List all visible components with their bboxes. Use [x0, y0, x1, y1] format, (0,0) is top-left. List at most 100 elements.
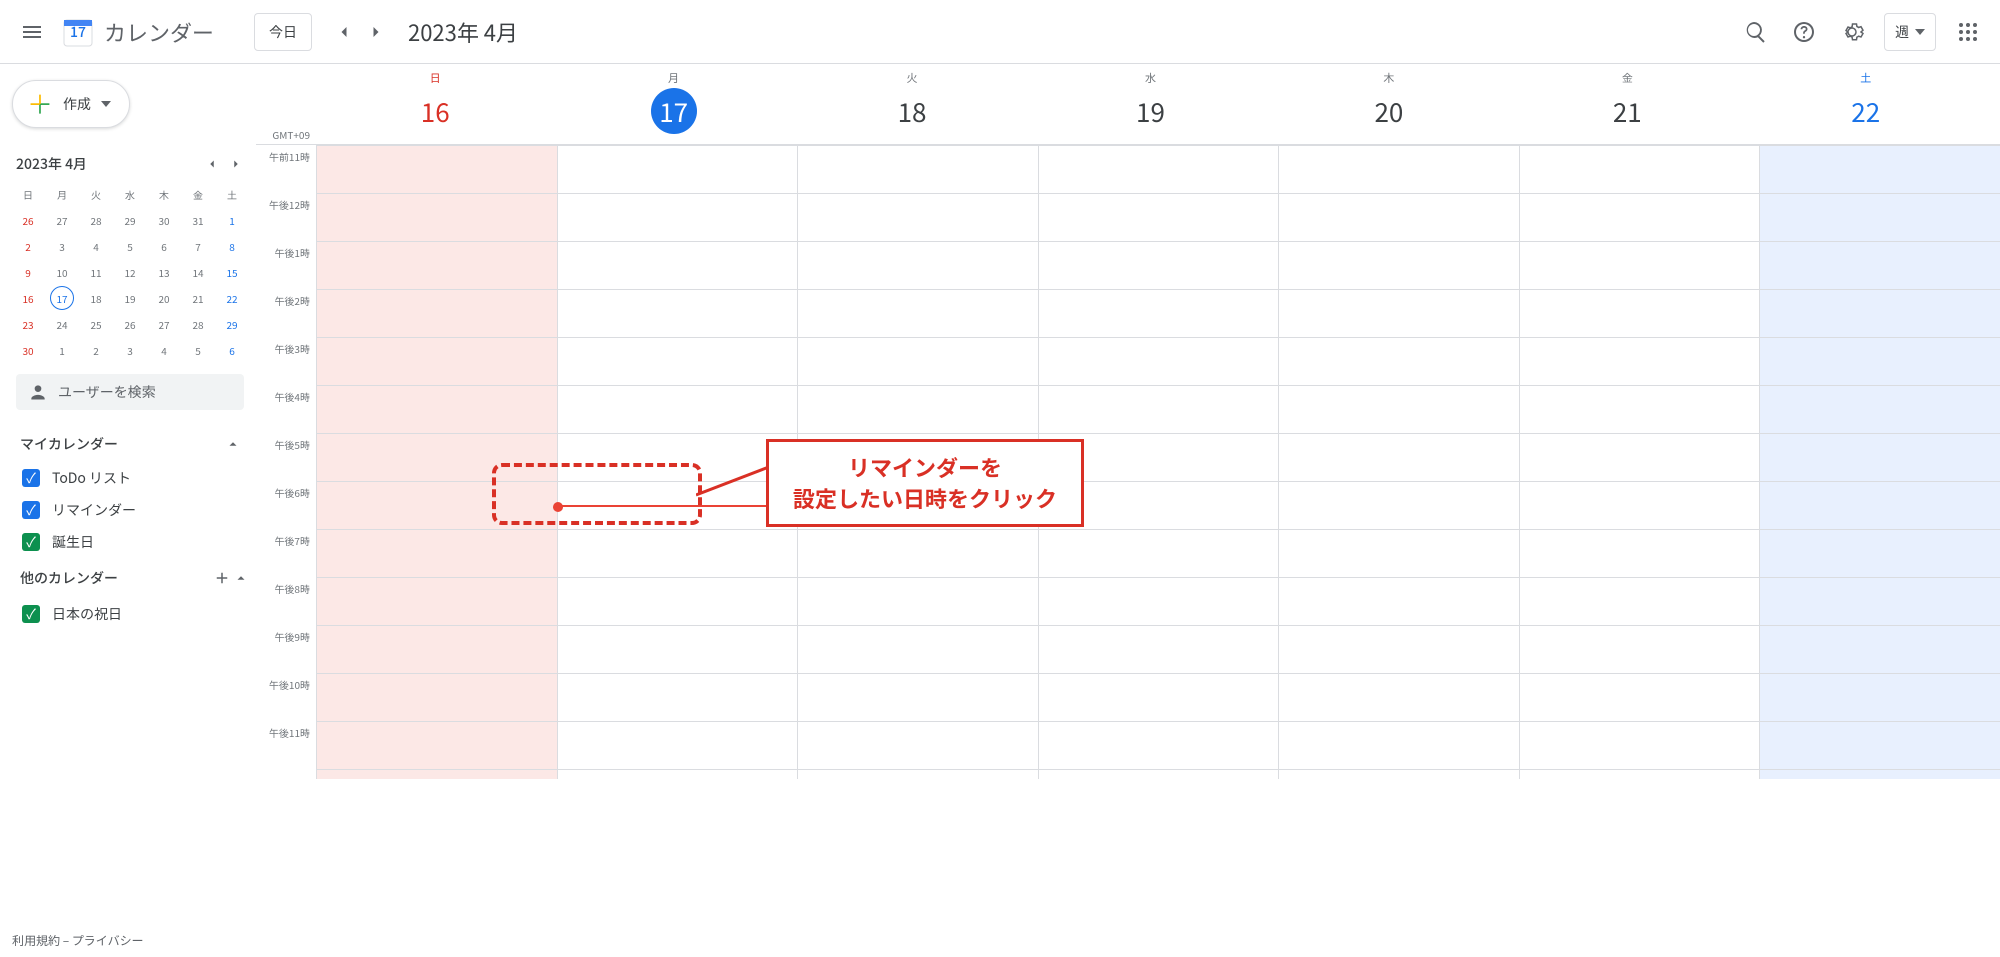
calendar-item[interactable]: ✓ToDo リスト	[8, 462, 252, 494]
day-number: 18	[889, 88, 935, 134]
day-column[interactable]	[1519, 145, 1760, 779]
mini-day[interactable]: 5	[118, 234, 142, 258]
mini-day[interactable]: 2	[84, 338, 108, 362]
day-header[interactable]: 金21	[1508, 64, 1746, 144]
footer-links[interactable]: 利用規約 – プライバシー	[12, 932, 144, 949]
mini-day[interactable]: 17	[50, 286, 74, 310]
mini-day[interactable]: 27	[152, 312, 176, 336]
checkbox-icon[interactable]: ✓	[22, 533, 40, 551]
day-header[interactable]: 月17	[554, 64, 792, 144]
top-bar: 17 カレンダー 今日 2023年 4月 週	[0, 0, 2000, 64]
mini-day[interactable]: 30	[152, 208, 176, 232]
mini-day[interactable]: 7	[186, 234, 210, 258]
mini-prev-button[interactable]	[200, 152, 224, 176]
day-column[interactable]	[1278, 145, 1519, 779]
mini-calendar[interactable]: 日月火水木金土262728293031123456789101112131415…	[12, 182, 248, 362]
annotation-connector	[696, 455, 776, 505]
people-icon	[28, 382, 48, 402]
checkbox-icon[interactable]: ✓	[22, 605, 40, 623]
hour-label: 午後7時	[256, 533, 316, 581]
mini-day[interactable]: 6	[152, 234, 176, 258]
mini-day[interactable]: 25	[84, 312, 108, 336]
date-range-title: 2023年 4月	[408, 16, 518, 48]
prev-week-button[interactable]	[328, 16, 360, 48]
calendar-item[interactable]: ✓誕生日	[8, 526, 252, 558]
view-selector[interactable]: 週	[1884, 13, 1936, 51]
today-button[interactable]: 今日	[254, 13, 312, 51]
day-header[interactable]: 土22	[1747, 64, 1985, 144]
search-people-input[interactable]: ユーザーを検索	[16, 374, 244, 410]
search-icon[interactable]	[1732, 8, 1780, 56]
mini-day[interactable]: 31	[186, 208, 210, 232]
chevron-up-icon	[234, 571, 248, 585]
mini-day[interactable]: 5	[186, 338, 210, 362]
mini-day[interactable]: 26	[16, 208, 40, 232]
create-button[interactable]: ＋ 作成	[12, 80, 130, 128]
hour-label: 午後4時	[256, 389, 316, 437]
mini-day[interactable]: 26	[118, 312, 142, 336]
day-header[interactable]: 木20	[1270, 64, 1508, 144]
checkbox-icon[interactable]: ✓	[22, 501, 40, 519]
plus-icon: ＋	[27, 91, 53, 117]
mini-day[interactable]: 8	[220, 234, 244, 258]
mini-day[interactable]: 12	[118, 260, 142, 284]
mini-day[interactable]: 13	[152, 260, 176, 284]
day-column[interactable]	[1759, 145, 2000, 779]
mini-day[interactable]: 28	[84, 208, 108, 232]
day-number: 16	[412, 88, 458, 134]
mini-day[interactable]: 21	[186, 286, 210, 310]
mini-next-button[interactable]	[224, 152, 248, 176]
help-icon[interactable]	[1780, 8, 1828, 56]
mini-day[interactable]: 18	[84, 286, 108, 310]
day-number: 19	[1127, 88, 1173, 134]
day-number: 20	[1366, 88, 1412, 134]
calendar-item[interactable]: ✓日本の祝日	[8, 598, 252, 630]
mini-day[interactable]: 10	[50, 260, 74, 284]
hour-label: 午後12時	[256, 197, 316, 245]
day-of-week: 土	[1860, 70, 1871, 86]
day-of-week: 火	[907, 70, 918, 86]
settings-icon[interactable]	[1828, 8, 1876, 56]
day-column[interactable]	[316, 145, 557, 779]
hour-label: 午前11時	[256, 149, 316, 197]
next-week-button[interactable]	[360, 16, 392, 48]
mini-day[interactable]: 16	[16, 286, 40, 310]
mini-day[interactable]: 9	[16, 260, 40, 284]
menu-icon[interactable]	[8, 8, 56, 56]
time-grid[interactable]: 午前11時午後12時午後1時午後2時午後3時午後4時午後5時午後6時午後7時午後…	[256, 145, 2000, 957]
add-calendar-button[interactable]	[210, 566, 234, 590]
day-number: 17	[651, 88, 697, 134]
mini-day[interactable]: 24	[50, 312, 74, 336]
my-calendars-toggle[interactable]: マイカレンダー	[8, 426, 252, 462]
apps-icon[interactable]	[1944, 8, 1992, 56]
mini-day[interactable]: 4	[152, 338, 176, 362]
mini-calendar-title: 2023年 4月	[16, 154, 200, 174]
mini-day[interactable]: 6	[220, 338, 244, 362]
mini-day[interactable]: 19	[118, 286, 142, 310]
mini-day[interactable]: 14	[186, 260, 210, 284]
mini-day[interactable]: 29	[220, 312, 244, 336]
mini-day[interactable]: 3	[50, 234, 74, 258]
mini-day[interactable]: 4	[84, 234, 108, 258]
day-header[interactable]: 日16	[316, 64, 554, 144]
other-calendars-toggle[interactable]: 他のカレンダー	[8, 558, 252, 598]
mini-day[interactable]: 29	[118, 208, 142, 232]
mini-day[interactable]: 2	[16, 234, 40, 258]
mini-day[interactable]: 30	[16, 338, 40, 362]
hour-label: 午後5時	[256, 437, 316, 485]
mini-day[interactable]: 1	[220, 208, 244, 232]
day-header[interactable]: 火 18	[793, 64, 1031, 144]
mini-day[interactable]: 22	[220, 286, 244, 310]
mini-day[interactable]: 1	[50, 338, 74, 362]
logo-date: 17	[60, 14, 96, 50]
mini-day[interactable]: 23	[16, 312, 40, 336]
mini-day[interactable]: 27	[50, 208, 74, 232]
mini-day[interactable]: 20	[152, 286, 176, 310]
calendar-item[interactable]: ✓リマインダー	[8, 494, 252, 526]
mini-day[interactable]: 15	[220, 260, 244, 284]
mini-day[interactable]: 28	[186, 312, 210, 336]
day-header[interactable]: 水19	[1031, 64, 1269, 144]
checkbox-icon[interactable]: ✓	[22, 469, 40, 487]
mini-day[interactable]: 11	[84, 260, 108, 284]
mini-day[interactable]: 3	[118, 338, 142, 362]
